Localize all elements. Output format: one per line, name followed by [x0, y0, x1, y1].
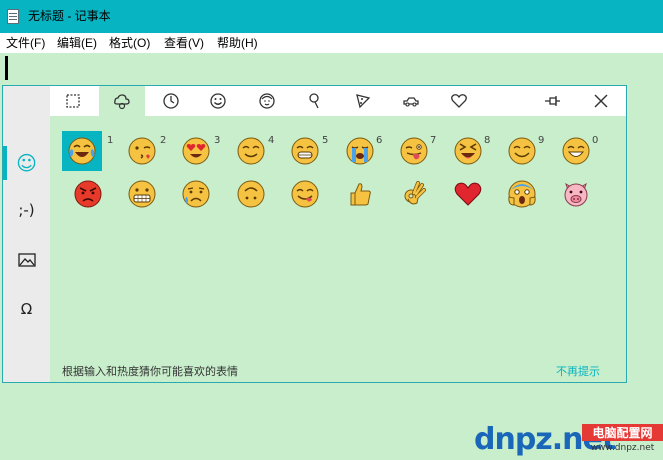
sad-sweat-icon	[182, 180, 210, 208]
category-tabbar	[50, 86, 626, 116]
angry-icon	[74, 180, 102, 208]
tab-symbols-heart[interactable]	[436, 86, 482, 116]
grimace-icon	[128, 180, 156, 208]
emoji-grimace[interactable]	[122, 174, 162, 214]
panel-main: 1 2 3 4 5 6 7 8 9 0 根据输入和热度猜你可能喜欢的表情 不再提…	[50, 86, 626, 382]
emoji-heart-eyes[interactable]	[176, 131, 216, 171]
menu-edit[interactable]: 编辑(E)	[57, 36, 97, 50]
panel-sidebar: ☺ ;-) Ω	[3, 86, 50, 382]
tab-smiley[interactable]	[195, 86, 241, 116]
title-bar: 无标题 - 记事本	[0, 0, 663, 33]
grinning-icon	[562, 137, 590, 165]
grin-icon	[291, 137, 319, 165]
pizza-icon	[356, 94, 371, 109]
shortcut-number: 4	[268, 135, 275, 146]
emoji-thumbs-up[interactable]	[340, 174, 380, 214]
tab-clock[interactable]	[148, 86, 194, 116]
shortcut-number: 2	[160, 135, 167, 146]
image-icon	[17, 253, 36, 267]
suggestion-hint: 根据输入和热度猜你可能喜欢的表情	[62, 365, 238, 378]
window-title: 无标题 - 记事本	[28, 9, 111, 23]
dismiss-hint-link[interactable]: 不再提示	[556, 363, 600, 379]
menu-format[interactable]: 格式(O)	[109, 36, 150, 50]
pin-icon	[309, 93, 319, 109]
emoji-pig[interactable]	[556, 174, 596, 214]
smiley-cloud-icon	[114, 94, 130, 110]
blush-icon	[237, 137, 265, 165]
site-watermark: dnpz.net 电脑配置网 www.dnpz.net	[474, 412, 663, 460]
sidebar-tab-kaomoji[interactable]: ;-)	[3, 187, 50, 233]
close-icon	[594, 94, 608, 108]
tab-recent-square[interactable]	[50, 86, 96, 116]
clock-icon	[163, 93, 179, 109]
heart-icon	[451, 94, 467, 108]
face-icon	[259, 93, 275, 109]
shortcut-number: 6	[376, 135, 383, 146]
tears-of-joy-icon	[68, 137, 96, 165]
smiley-icon	[210, 93, 226, 109]
emoji-tears-of-joy[interactable]	[62, 131, 102, 171]
thumbs-up-icon	[350, 183, 371, 206]
yum-icon	[291, 180, 319, 208]
shortcut-number: 3	[214, 135, 221, 146]
symbols-tab-label: Ω	[20, 300, 33, 318]
pig-icon	[564, 182, 588, 207]
emoji-panel: ☺ ;-) Ω 1 2 3 4 5 6 7 8 9 0 根据输入和热度猜你可能喜…	[2, 85, 627, 383]
tab-transport[interactable]	[388, 86, 434, 116]
shortcut-number: 1	[107, 135, 114, 146]
emoji-squint-laugh[interactable]	[448, 131, 488, 171]
shortcut-number: 9	[538, 135, 545, 146]
emoji-sad-sweat[interactable]	[176, 174, 216, 214]
tab-food[interactable]	[340, 86, 386, 116]
emoji-grinning[interactable]	[556, 131, 596, 171]
ok-hand-icon	[404, 181, 426, 205]
emoji-ok-hand[interactable]	[394, 174, 434, 214]
scream-icon	[508, 180, 536, 208]
emoji-yum[interactable]	[285, 174, 325, 214]
shortcut-number: 0	[592, 135, 599, 146]
emoji-blush[interactable]	[231, 131, 271, 171]
winking-kiss-icon	[128, 137, 156, 165]
squint-laugh-icon	[454, 137, 482, 165]
tab-places[interactable]	[292, 86, 338, 116]
upside-down-icon	[237, 180, 265, 208]
pin-button[interactable]	[530, 86, 576, 116]
emoji-tab-label: ☺	[16, 151, 37, 175]
emoji-grin[interactable]	[285, 131, 325, 171]
watermark-url: www.dnpz.net	[590, 443, 655, 453]
menu-view[interactable]: 查看(V)	[164, 36, 204, 50]
emoji-tongue-wink[interactable]	[394, 131, 434, 171]
menu-bar: 文件(F) 编辑(E) 格式(O) 查看(V) 帮助(H)	[0, 33, 663, 53]
text-caret	[5, 56, 8, 80]
menu-file[interactable]: 文件(F)	[6, 36, 45, 50]
tab-smileys-animals[interactable]	[99, 86, 145, 116]
shortcut-number: 8	[484, 135, 491, 146]
heart-eyes-icon	[182, 137, 210, 165]
smile-icon	[508, 137, 536, 165]
tab-people[interactable]	[244, 86, 290, 116]
sidebar-tab-image[interactable]	[3, 237, 50, 283]
watermark-badge: 电脑配置网	[582, 424, 663, 441]
emoji-angry[interactable]	[68, 174, 108, 214]
emoji-scream[interactable]	[502, 174, 542, 214]
close-button[interactable]	[578, 86, 624, 116]
kaomoji-tab-label: ;-)	[18, 201, 35, 219]
pin-icon	[545, 96, 560, 106]
square-icon	[66, 94, 80, 108]
tongue-wink-icon	[400, 137, 428, 165]
crying-icon	[346, 137, 374, 165]
emoji-red-heart[interactable]	[448, 174, 488, 214]
sidebar-tab-emoji[interactable]: ☺	[3, 140, 50, 186]
shortcut-number: 7	[430, 135, 437, 146]
emoji-winking-kiss[interactable]	[122, 131, 162, 171]
sidebar-tab-symbols[interactable]: Ω	[3, 286, 50, 332]
red-heart-icon	[454, 182, 482, 206]
car-icon	[403, 97, 419, 107]
notepad-icon	[7, 9, 19, 24]
menu-help[interactable]: 帮助(H)	[217, 36, 258, 50]
emoji-upside-down[interactable]	[231, 174, 271, 214]
emoji-crying[interactable]	[340, 131, 380, 171]
shortcut-number: 5	[322, 135, 329, 146]
emoji-smile[interactable]	[502, 131, 542, 171]
